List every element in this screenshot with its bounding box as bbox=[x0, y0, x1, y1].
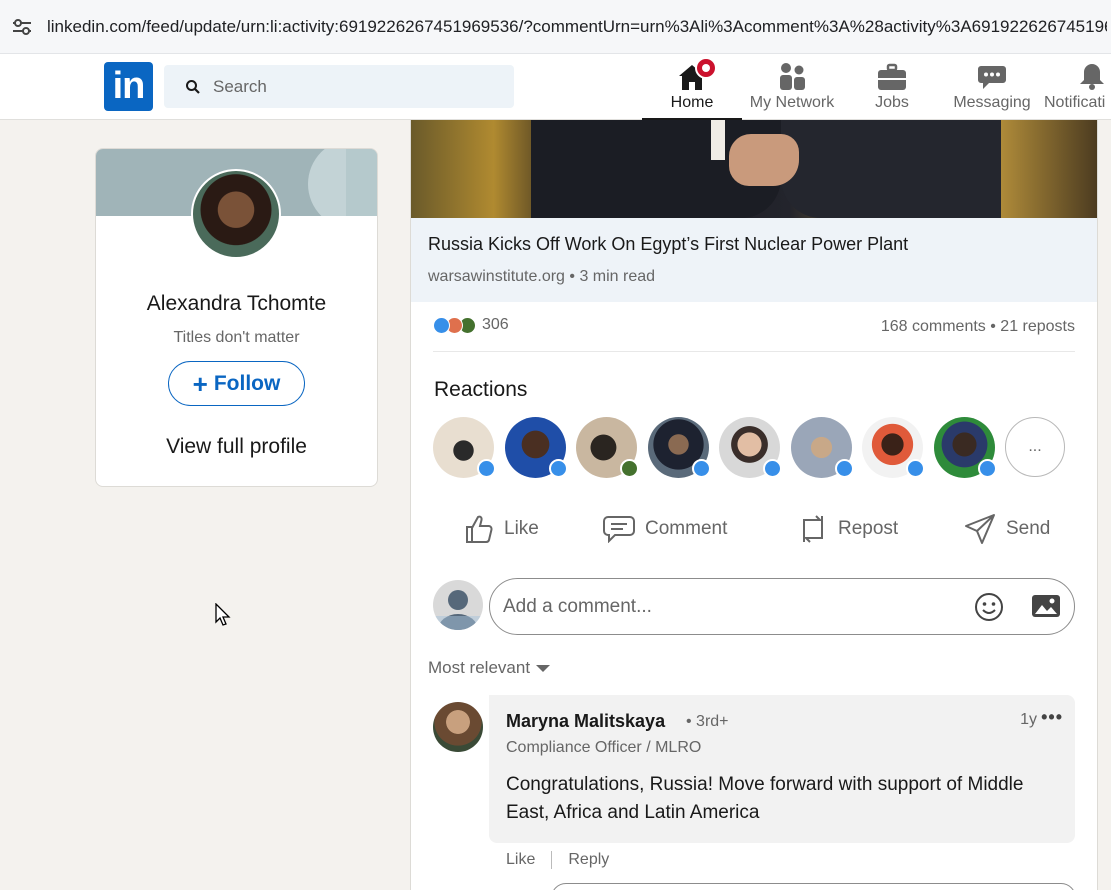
nav-home-label: Home bbox=[670, 94, 714, 111]
reactor-avatar[interactable] bbox=[647, 417, 711, 478]
reactor-avatar[interactable] bbox=[433, 417, 496, 478]
reactor-avatar[interactable] bbox=[933, 417, 997, 478]
thumbs-up-icon bbox=[466, 515, 493, 543]
follow-button[interactable]: + Follow bbox=[168, 361, 305, 406]
emoji-icon[interactable] bbox=[974, 592, 1004, 627]
like-badge-icon bbox=[763, 459, 782, 478]
more-reactions-button[interactable]: ... bbox=[1005, 417, 1065, 477]
nav-notifications-label: Notificati bbox=[1044, 94, 1106, 111]
like-badge-icon bbox=[477, 459, 496, 478]
social-counts: 306 168 comments • 21 reposts bbox=[433, 312, 1075, 352]
comment-label: Comment bbox=[645, 518, 728, 539]
briefcase-icon bbox=[877, 54, 907, 94]
reactor-avatars: ... bbox=[433, 417, 1065, 478]
image-icon[interactable] bbox=[1031, 593, 1061, 624]
like-button[interactable]: Like bbox=[464, 506, 539, 552]
reaction-summary[interactable]: 306 bbox=[433, 316, 509, 334]
connection-degree: • 3rd+ bbox=[686, 713, 729, 730]
repost-icon bbox=[803, 515, 823, 543]
caret-down-icon bbox=[536, 664, 551, 672]
nav-my-network[interactable]: My Network bbox=[745, 54, 839, 120]
comment-author-headline: Compliance Officer / MLRO bbox=[506, 739, 702, 756]
article-link-card[interactable]: Russia Kicks Off Work On Egypt’s First N… bbox=[411, 218, 1097, 302]
linkedin-logo[interactable]: in bbox=[104, 62, 153, 111]
nav-messaging[interactable]: Messaging bbox=[950, 54, 1034, 120]
profile-headline: Titles don't matter bbox=[173, 329, 300, 346]
author-profile-card: Alexandra Tchomte Titles don't matter + … bbox=[95, 148, 378, 487]
article-title[interactable]: Russia Kicks Off Work On Egypt’s First N… bbox=[428, 234, 908, 255]
sort-comments-dropdown[interactable]: Most relevant bbox=[428, 658, 551, 678]
comment-button[interactable]: Comment bbox=[603, 506, 727, 552]
like-reaction-icon bbox=[433, 316, 450, 334]
like-badge-icon bbox=[906, 459, 925, 478]
like-label: Like bbox=[504, 518, 539, 539]
repost-button[interactable]: Repost bbox=[798, 506, 898, 552]
reactions-heading: Reactions bbox=[434, 378, 528, 401]
like-badge-icon bbox=[977, 459, 997, 478]
view-full-profile-link[interactable]: View full profile bbox=[96, 435, 377, 459]
commenter-avatar[interactable] bbox=[433, 702, 483, 752]
profile-name[interactable]: Alexandra Tchomte bbox=[96, 292, 377, 316]
support-badge-icon bbox=[620, 459, 639, 478]
comment-box[interactable] bbox=[489, 578, 1075, 635]
message-icon bbox=[977, 54, 1007, 94]
divider bbox=[551, 851, 553, 869]
comment-input[interactable] bbox=[503, 595, 943, 618]
comments-reposts-count[interactable]: 168 comments • 21 reposts bbox=[881, 318, 1075, 336]
search-box[interactable] bbox=[164, 65, 514, 108]
plus-icon: + bbox=[192, 368, 208, 399]
sort-label: Most relevant bbox=[428, 658, 531, 677]
top-navigation: in Home My Network Jobs Messaging bbox=[0, 54, 1111, 120]
more-options-icon[interactable]: ••• bbox=[1041, 707, 1063, 728]
nav-notifications[interactable]: Notificati bbox=[1044, 54, 1111, 120]
comment-actions: Like Reply bbox=[506, 851, 609, 869]
nav-messaging-label: Messaging bbox=[953, 94, 1031, 111]
comment-bubble: Maryna Malitskaya • 3rd+ Compliance Offi… bbox=[489, 695, 1075, 843]
reactor-avatar[interactable] bbox=[719, 417, 782, 478]
nav-my-network-label: My Network bbox=[749, 94, 835, 111]
article-source: warsawinstitute.org • 3 min read bbox=[428, 268, 656, 285]
comment-author-name[interactable]: Maryna Malitskaya bbox=[506, 711, 665, 732]
comment-like-link[interactable]: Like bbox=[506, 851, 535, 869]
comment-reply-link[interactable]: Reply bbox=[568, 851, 609, 869]
send-label: Send bbox=[1006, 518, 1051, 539]
reactor-avatar[interactable] bbox=[576, 417, 639, 478]
repost-label: Repost bbox=[838, 518, 899, 539]
follow-label: Follow bbox=[213, 371, 281, 395]
comment-timestamp: 1y bbox=[1020, 711, 1037, 728]
like-badge-icon bbox=[834, 459, 854, 478]
mouse-cursor-icon bbox=[215, 602, 231, 632]
feed-post: Russia Kicks Off Work On Egypt’s First N… bbox=[410, 120, 1098, 890]
browser-address-bar[interactable]: linkedin.com/feed/update/urn:li:activity… bbox=[0, 0, 1111, 54]
post-actions-bar: Like Comment Repost Send bbox=[433, 506, 1079, 552]
reactor-avatar[interactable] bbox=[504, 417, 568, 478]
nav-home[interactable]: Home bbox=[642, 54, 742, 120]
reaction-count: 306 bbox=[482, 316, 509, 333]
article-image[interactable] bbox=[411, 120, 1097, 218]
notification-badge bbox=[695, 57, 717, 79]
comment-icon bbox=[603, 516, 635, 543]
send-button[interactable]: Send bbox=[964, 506, 1050, 552]
like-badge-icon bbox=[691, 459, 711, 478]
reactor-avatar[interactable] bbox=[790, 417, 854, 478]
comment-text: Congratulations, Russia! Move forward wi… bbox=[506, 774, 1024, 823]
bell-icon bbox=[1044, 54, 1111, 94]
url-text[interactable]: linkedin.com/feed/update/urn:li:activity… bbox=[47, 17, 1107, 37]
network-icon bbox=[777, 54, 807, 94]
current-user-avatar[interactable] bbox=[433, 580, 483, 630]
search-icon bbox=[185, 79, 203, 95]
search-input[interactable] bbox=[213, 76, 493, 97]
reactor-avatar[interactable] bbox=[862, 417, 925, 478]
reply-input-box[interactable] bbox=[551, 883, 1076, 890]
send-icon bbox=[965, 514, 995, 544]
nav-jobs[interactable]: Jobs bbox=[862, 54, 922, 120]
site-settings-icon[interactable] bbox=[11, 18, 37, 36]
like-badge-icon bbox=[548, 459, 568, 478]
nav-jobs-label: Jobs bbox=[875, 94, 909, 111]
profile-avatar[interactable] bbox=[191, 169, 281, 259]
